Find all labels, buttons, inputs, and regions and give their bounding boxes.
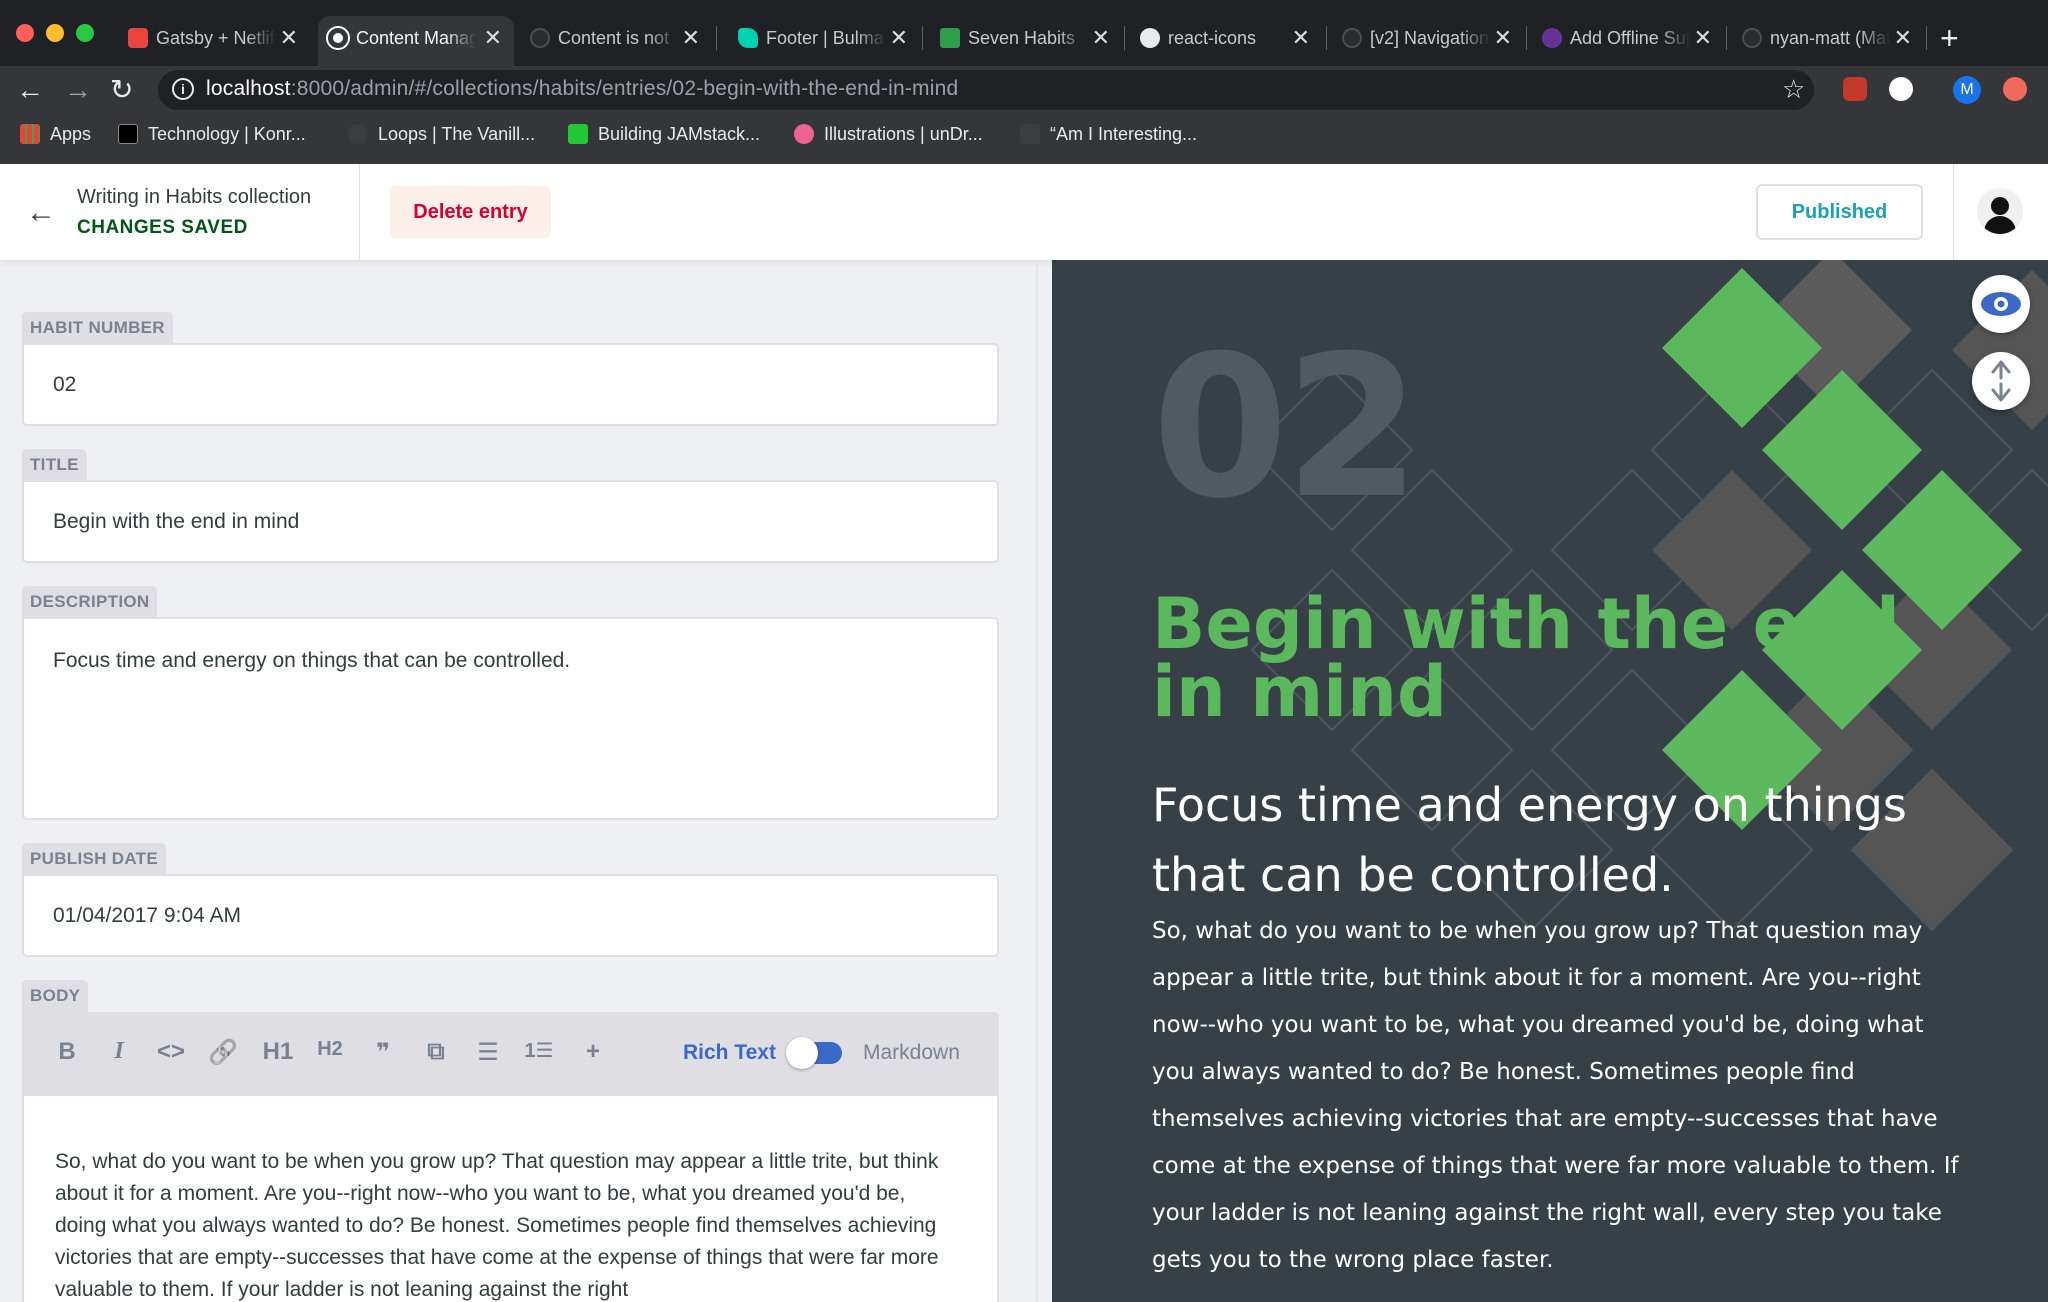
github-favicon-icon xyxy=(1742,28,1762,48)
quote-icon[interactable]: ❞ xyxy=(365,1038,401,1067)
code-block-icon[interactable]: ⧉ xyxy=(418,1038,454,1066)
window-zoom-button[interactable] xyxy=(76,24,94,42)
title-input[interactable]: Begin with the end in mind xyxy=(22,480,999,563)
collection-label[interactable]: Writing in Habits collection xyxy=(77,186,311,209)
body-rich-text-editor[interactable]: So, what do you want to be when you grow… xyxy=(22,1096,999,1302)
extension-icon[interactable] xyxy=(2003,77,2027,101)
preview-pane: 02 Begin with the end in mind Focus time… xyxy=(1052,260,2048,1302)
gatsby-favicon-icon xyxy=(128,28,148,48)
preview-body: So, what do you want to be when you grow… xyxy=(1152,918,1959,1273)
markdown-mode-label[interactable]: Markdown xyxy=(863,1041,960,1065)
extension-icon[interactable] xyxy=(1843,77,1867,101)
bookmark-star-icon[interactable]: ☆ xyxy=(1782,74,1805,105)
save-status: CHANGES SAVED xyxy=(77,217,248,238)
window-minimize-button[interactable] xyxy=(46,24,64,42)
bulma-favicon-icon xyxy=(738,28,758,48)
eye-icon xyxy=(1981,292,2021,316)
publish-date-label: PUBLISH DATE xyxy=(22,843,166,875)
sync-scroll-icon xyxy=(1991,360,2011,402)
bookmark-item[interactable]: Building JAMstack... xyxy=(568,124,760,145)
rich-text-mode-label[interactable]: Rich Text xyxy=(683,1041,776,1065)
editor-header xyxy=(0,164,2048,260)
window-close-button[interactable] xyxy=(16,24,34,42)
extension-icon[interactable] xyxy=(1889,77,1913,101)
close-tab-icon[interactable]: ✕ xyxy=(1292,16,1310,60)
header-divider xyxy=(1953,164,1954,260)
heading-two-icon[interactable]: H2 xyxy=(312,1038,348,1061)
body-label: BODY xyxy=(22,980,89,1012)
habit-number-label: HABIT NUMBER xyxy=(22,312,173,344)
close-tab-icon[interactable]: ✕ xyxy=(280,16,298,60)
description-textarea[interactable]: Focus time and energy on things that can… xyxy=(22,617,999,820)
bookmark-item[interactable]: Illustrations | unDr... xyxy=(794,124,983,145)
heading-one-icon[interactable]: H1 xyxy=(260,1038,296,1066)
apps-grid-icon xyxy=(20,124,40,144)
tab-separator xyxy=(716,26,717,50)
publish-date-input[interactable]: 01/04/2017 9:04 AM xyxy=(22,874,999,957)
forward-button[interactable]: → xyxy=(64,72,92,108)
numbered-list-icon[interactable]: 1☰ xyxy=(521,1038,557,1063)
tab-separator xyxy=(922,26,923,50)
bookmark-item[interactable]: “Am I Interesting... xyxy=(1020,124,1197,145)
profile-avatar[interactable]: M xyxy=(1953,76,1981,104)
habit-number-input[interactable]: 02 xyxy=(22,343,999,426)
description-label: DESCRIPTION xyxy=(22,586,158,618)
tab-separator xyxy=(1326,26,1327,50)
close-tab-icon[interactable]: ✕ xyxy=(1894,16,1912,60)
close-tab-icon[interactable]: ✕ xyxy=(1694,16,1712,60)
url-text[interactable]: localhost:8000/admin/#/collections/habit… xyxy=(206,77,958,101)
preview-title: Begin with the end in mind xyxy=(1152,583,1901,733)
globe-favicon-icon xyxy=(1140,28,1160,48)
toggle-preview-button[interactable] xyxy=(1972,275,2030,333)
reload-button[interactable]: ↻ xyxy=(110,72,133,108)
jamstack-favicon-icon xyxy=(568,124,588,144)
vanilla-js-favicon-icon xyxy=(348,124,368,144)
tab-separator xyxy=(1526,26,1527,50)
preview-habit-number: 02 xyxy=(1152,314,1421,542)
undraw-favicon-icon xyxy=(794,124,814,144)
close-tab-icon[interactable]: ✕ xyxy=(484,16,502,60)
tab-separator xyxy=(1124,26,1125,50)
netlify-cms-favicon-icon xyxy=(326,26,350,50)
seven-habits-favicon-icon xyxy=(940,28,960,48)
avatar-head xyxy=(1991,197,2009,215)
back-to-collection-icon[interactable]: ← xyxy=(26,196,56,230)
bookmark-item[interactable]: Technology | Konr... xyxy=(118,124,306,145)
link-icon[interactable]: 🔗 xyxy=(205,1038,241,1067)
site-info-icon[interactable]: i xyxy=(172,78,194,100)
blog-favicon-icon xyxy=(1020,124,1040,144)
add-component-icon[interactable]: + xyxy=(575,1038,611,1066)
code-icon[interactable]: <> xyxy=(153,1038,189,1066)
github-favicon-icon xyxy=(530,28,550,48)
tab-separator xyxy=(1926,26,1927,50)
close-tab-icon[interactable]: ✕ xyxy=(682,16,700,60)
close-tab-icon[interactable]: ✕ xyxy=(1494,16,1512,60)
header-divider xyxy=(359,164,360,260)
tab-separator xyxy=(1726,26,1727,50)
bold-icon[interactable]: B xyxy=(49,1038,85,1066)
gatsby-favicon-icon xyxy=(1542,28,1562,48)
back-button[interactable]: ← xyxy=(16,72,44,108)
avatar-shoulders xyxy=(1984,216,2016,234)
delete-entry-button[interactable]: Delete entry xyxy=(390,186,551,238)
title-label: TITLE xyxy=(22,449,87,481)
konrad-favicon-icon xyxy=(118,124,138,144)
close-tab-icon[interactable]: ✕ xyxy=(1092,16,1110,60)
bulleted-list-icon[interactable]: ☰ xyxy=(470,1038,506,1067)
editor-mode-toggle-knob[interactable] xyxy=(786,1037,818,1069)
user-avatar[interactable] xyxy=(1977,188,2023,234)
pane-divider[interactable] xyxy=(1036,260,1038,1302)
new-tab-button[interactable]: + xyxy=(1940,20,1959,56)
github-favicon-icon xyxy=(1342,28,1362,48)
bookmark-item[interactable]: Apps xyxy=(20,124,91,145)
publish-status-button[interactable]: Published xyxy=(1756,184,1923,240)
preview-description: Focus time and energy on things that can… xyxy=(1152,778,1907,902)
close-tab-icon[interactable]: ✕ xyxy=(890,16,908,60)
italic-icon[interactable]: I xyxy=(101,1038,137,1065)
sync-scroll-button[interactable] xyxy=(1972,352,2030,410)
bookmark-item[interactable]: Loops | The Vanill... xyxy=(348,124,535,145)
